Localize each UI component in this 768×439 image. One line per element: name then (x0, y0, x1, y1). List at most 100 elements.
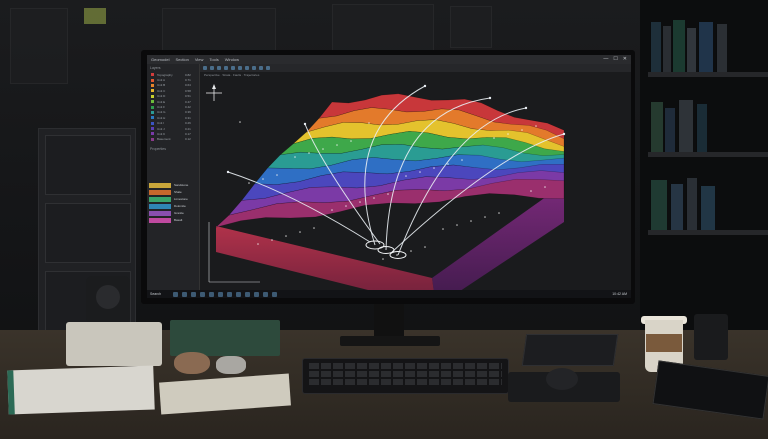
sample-point-marker (248, 182, 250, 184)
layer-row[interactable]: Basement 0.12 (147, 137, 199, 142)
strata-swatch-list: Sandstone Shale Limestone Dolomite Granite Ba… (149, 182, 197, 224)
sample-point-marker (239, 121, 241, 123)
layer-name: Unit H (157, 115, 166, 120)
keyboard (302, 358, 509, 394)
taskbar-app-icon[interactable] (200, 291, 206, 297)
close-icon[interactable]: ✕ (623, 56, 627, 62)
menu-item[interactable]: Window (225, 57, 239, 62)
layers-panel: Layers Topography 0.82 Unit A 0.71 Unit B 0.6… (147, 64, 200, 290)
taskbar-app-icon[interactable] (191, 291, 197, 297)
menu-bar: Geomodel Section View Tools Window — ☐ ✕ (147, 55, 631, 64)
strata-swatch-label: Basalt (174, 218, 183, 222)
strata-swatch-bar (149, 196, 171, 202)
layer-value: 0.51 (185, 94, 191, 99)
sample-point-marker (257, 243, 259, 245)
toolbar-button[interactable] (210, 66, 214, 70)
toolbar-button[interactable] (224, 66, 228, 70)
toolbar-button[interactable] (245, 66, 249, 70)
book (700, 186, 715, 230)
sample-point-marker (456, 224, 458, 226)
toolbar-button[interactable] (217, 66, 221, 70)
taskbar-search[interactable]: Search (150, 292, 161, 296)
toolbar-button[interactable] (266, 66, 270, 70)
sample-point-marker (442, 228, 444, 230)
toolbar-button[interactable] (203, 66, 207, 70)
layer-color-swatch (151, 137, 154, 141)
sample-point-marker (544, 186, 546, 188)
toolbar-button[interactable] (252, 66, 256, 70)
toolbar-button[interactable] (231, 66, 235, 70)
layer-value: 0.26 (185, 121, 191, 126)
sample-point-marker (299, 231, 301, 233)
sample-point-marker (498, 212, 500, 214)
layers-heading: Layers (150, 66, 161, 70)
sample-point-marker (271, 239, 273, 241)
pen-holder (694, 314, 728, 360)
sample-point-marker (308, 152, 310, 154)
layer-name: Unit K (157, 131, 166, 136)
trajectory-arrowhead (423, 84, 427, 88)
taskbar-app-icon[interactable] (236, 291, 242, 297)
strata-swatch[interactable]: Granite (149, 210, 197, 216)
toolbar-button[interactable] (238, 66, 242, 70)
taskbar-app-icon[interactable] (209, 291, 215, 297)
sample-point-marker (387, 193, 389, 195)
sample-point-marker (285, 235, 287, 237)
book-stack (170, 320, 280, 356)
sample-point-marker (345, 205, 347, 207)
strata-swatch[interactable]: Sandstone (149, 182, 197, 188)
menu-item[interactable]: Geomodel (151, 57, 169, 62)
taskbar-app-icon[interactable] (245, 291, 251, 297)
shelf-board (648, 152, 768, 157)
speaker-cone (96, 285, 120, 309)
strata-swatch-label: Granite (174, 211, 184, 215)
radio-device (66, 322, 162, 366)
menu-item[interactable]: Tools (209, 57, 218, 62)
rock-sample (174, 352, 210, 374)
book (662, 26, 671, 72)
maximize-icon[interactable]: ☐ (613, 56, 617, 62)
book (696, 104, 707, 152)
sample-point-marker (359, 201, 361, 203)
book (650, 180, 667, 230)
layer-name: Unit B (157, 83, 166, 88)
taskbar-app-icon[interactable] (272, 291, 278, 297)
sample-point-marker (410, 250, 412, 252)
layer-value: 0.21 (185, 126, 191, 131)
menu-item[interactable]: View (195, 57, 204, 62)
taskbar-app-icon[interactable] (182, 291, 188, 297)
layer-name: Topography (157, 72, 173, 77)
menu-item[interactable]: Section (175, 57, 188, 62)
key-row (309, 363, 502, 369)
strata-swatch-bar (149, 189, 171, 195)
strata-swatch[interactable]: Limestone (149, 196, 197, 202)
sample-point-marker (331, 209, 333, 211)
geological-block-model[interactable] (200, 72, 631, 290)
layer-color-swatch (151, 105, 154, 109)
sample-point-marker (294, 156, 296, 158)
trajectory-arrowhead (488, 96, 492, 100)
toolbar-button[interactable] (259, 66, 263, 70)
taskbar-app-icon[interactable] (227, 291, 233, 297)
minimize-icon[interactable]: — (603, 56, 608, 62)
trajectory-arrowhead (524, 106, 528, 110)
taskbar-clock: 10:42 AM (612, 292, 627, 296)
taskbar-app-icon[interactable] (173, 291, 179, 297)
key-row (309, 371, 502, 377)
layer-color-swatch (151, 110, 154, 114)
taskbar-app-icon[interactable] (254, 291, 260, 297)
taskbar-app-icon[interactable] (218, 291, 224, 297)
3d-viewport[interactable]: Perspective · Strata · Faults · Trajecto… (200, 72, 631, 290)
strata-swatch[interactable]: Dolomite (149, 203, 197, 209)
layer-color-swatch (151, 73, 154, 77)
strata-swatch-label: Dolomite (174, 204, 186, 208)
strata-swatch[interactable]: Shale (149, 189, 197, 195)
taskbar-app-icon[interactable] (263, 291, 269, 297)
layer-value: 0.47 (185, 99, 191, 104)
sticky-note (84, 8, 106, 24)
taskbar: Search 10:42 AM (147, 290, 631, 298)
sample-point-marker (382, 258, 384, 260)
layer-color-swatch (151, 83, 154, 87)
strata-swatch[interactable]: Basalt (149, 217, 197, 223)
strata-swatch-bar (149, 182, 171, 188)
